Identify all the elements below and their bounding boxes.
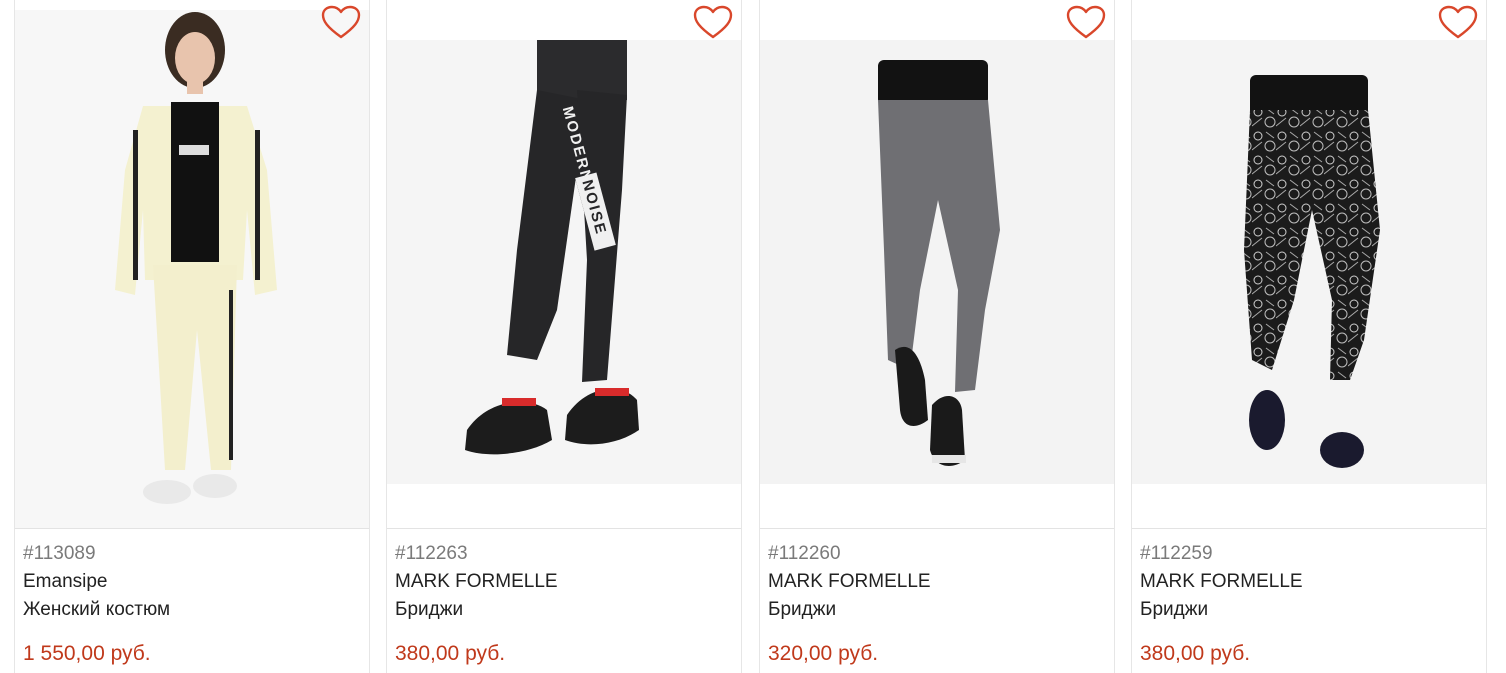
product-brand[interactable]: MARK FORMELLE bbox=[768, 568, 1106, 596]
product-card[interactable]: #113089 Emansipe Женский костюм 1 550,00… bbox=[14, 0, 370, 673]
wishlist-heart-icon[interactable] bbox=[1066, 5, 1106, 41]
product-brand[interactable]: Emansipe bbox=[23, 568, 361, 596]
product-image[interactable]: MODERN NOISE bbox=[387, 10, 741, 528]
product-image[interactable] bbox=[1132, 10, 1486, 528]
product-type[interactable]: Бриджи bbox=[395, 596, 733, 624]
wishlist-heart-icon[interactable] bbox=[1438, 5, 1478, 41]
card-divider bbox=[1132, 528, 1486, 529]
product-sku: #112263 bbox=[395, 543, 468, 564]
product-sku: #112259 bbox=[1140, 543, 1213, 564]
card-divider bbox=[760, 528, 1114, 529]
product-sku: #113089 bbox=[23, 543, 96, 564]
product-price: 380,00 руб. bbox=[395, 642, 506, 665]
product-image[interactable] bbox=[15, 10, 369, 528]
product-image[interactable] bbox=[760, 10, 1114, 528]
product-info: #112259 MARK FORMELLE Бриджи 380,00 руб. bbox=[1140, 540, 1478, 668]
product-type[interactable]: Бриджи bbox=[768, 596, 1106, 624]
product-brand[interactable]: MARK FORMELLE bbox=[1140, 568, 1478, 596]
product-price: 380,00 руб. bbox=[1140, 642, 1251, 665]
wishlist-heart-icon[interactable] bbox=[693, 5, 733, 41]
product-card[interactable]: #112259 MARK FORMELLE Бриджи 380,00 руб. bbox=[1131, 0, 1487, 673]
product-info: #113089 Emansipe Женский костюм 1 550,00… bbox=[23, 540, 361, 668]
product-info: #112260 MARK FORMELLE Бриджи 320,00 руб. bbox=[768, 540, 1106, 668]
product-type[interactable]: Женский костюм bbox=[23, 596, 361, 624]
product-price: 320,00 руб. bbox=[768, 642, 879, 665]
product-card[interactable]: MODERN NOISE #112263 MARK FORMELLE Бридж… bbox=[386, 0, 742, 673]
card-divider bbox=[387, 528, 741, 529]
product-sku: #112260 bbox=[768, 543, 841, 564]
product-price: 1 550,00 руб. bbox=[23, 642, 151, 665]
wishlist-heart-icon[interactable] bbox=[321, 5, 361, 41]
product-brand[interactable]: MARK FORMELLE bbox=[395, 568, 733, 596]
product-type[interactable]: Бриджи bbox=[1140, 596, 1478, 624]
product-card[interactable]: #112260 MARK FORMELLE Бриджи 320,00 руб. bbox=[759, 0, 1115, 673]
product-info: #112263 MARK FORMELLE Бриджи 380,00 руб. bbox=[395, 540, 733, 668]
card-divider bbox=[15, 528, 369, 529]
